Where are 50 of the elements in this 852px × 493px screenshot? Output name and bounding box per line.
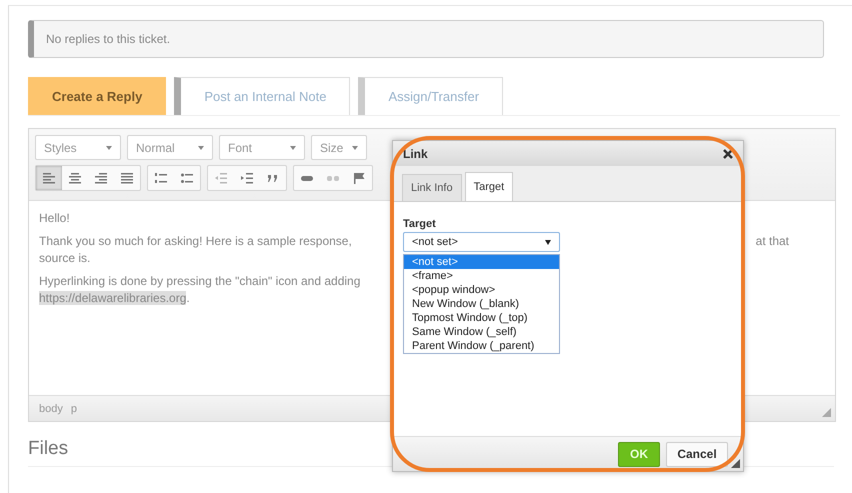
dialog-tab[interactable]: Link Info [402, 174, 462, 201]
caret-icon [290, 146, 296, 150]
ok-button[interactable]: OK [618, 442, 660, 466]
resize-grip-icon[interactable] [822, 408, 831, 417]
dialog-tab[interactable]: Target [464, 172, 514, 201]
caret-icon [352, 146, 358, 150]
tab[interactable]: Create a Reply [28, 77, 166, 115]
toolbar-dropdown[interactable]: Styles [35, 135, 121, 160]
caret-icon [198, 146, 204, 150]
period-text: . [186, 291, 190, 305]
body-text: at that [756, 234, 789, 248]
resize-grip-icon[interactable] [731, 459, 740, 468]
element-path[interactable]: p [70, 402, 77, 414]
dropdown-option[interactable]: Topmost Window (_top) [404, 311, 559, 325]
dropdown-option[interactable]: <frame> [404, 269, 559, 283]
greeting-text: Hello! [39, 211, 70, 225]
cancel-button[interactable]: Cancel [666, 442, 728, 466]
align-right-icon [95, 172, 107, 184]
field-label: Target [403, 218, 437, 230]
notice-bar: No replies to this ticket. [28, 20, 824, 58]
body-text: source is. [39, 251, 90, 265]
element-path[interactable]: body [39, 402, 63, 414]
target-select[interactable]: <not set> [403, 232, 560, 252]
body-text: Thank you so much for asking! Here is a sample response, [39, 234, 352, 248]
dialog-title: Link [403, 146, 428, 160]
dropdown-option[interactable]: <popup window> [404, 283, 559, 297]
flag-icon [353, 172, 365, 184]
toolbar-dropdown[interactable]: Font [219, 135, 305, 160]
link[interactable]: https://delawarelibraries.org [39, 291, 186, 305]
caret-icon [106, 146, 112, 150]
align-left-icon [43, 172, 55, 184]
align-left-button[interactable] [36, 166, 62, 190]
justify-icon [121, 172, 133, 184]
outdent-icon [215, 172, 227, 184]
caret-icon [545, 240, 551, 244]
indent-icon [241, 172, 253, 184]
dropdown-option[interactable]: <not set> [404, 255, 559, 269]
align-center-icon [69, 172, 81, 184]
bullet-list-icon [181, 172, 193, 184]
dropdown-option[interactable]: Same Window (_self) [404, 325, 559, 339]
quote-icon [267, 172, 279, 184]
numbered-list-icon [155, 172, 167, 184]
tab[interactable]: Assign/Transfer [358, 77, 504, 115]
toolbar-dropdown[interactable]: Normal [127, 135, 213, 160]
dropdown-option[interactable]: Parent Window (_parent) [404, 339, 559, 353]
toolbar-dropdown[interactable]: Size [311, 135, 367, 160]
body-text: Hyperlinking is done by pressing the "chain" icon and adding [39, 274, 360, 288]
tab[interactable]: Post an Internal Note [174, 77, 350, 115]
close-icon[interactable] [723, 148, 733, 158]
dropdown-option[interactable]: New Window (_blank) [404, 297, 559, 311]
